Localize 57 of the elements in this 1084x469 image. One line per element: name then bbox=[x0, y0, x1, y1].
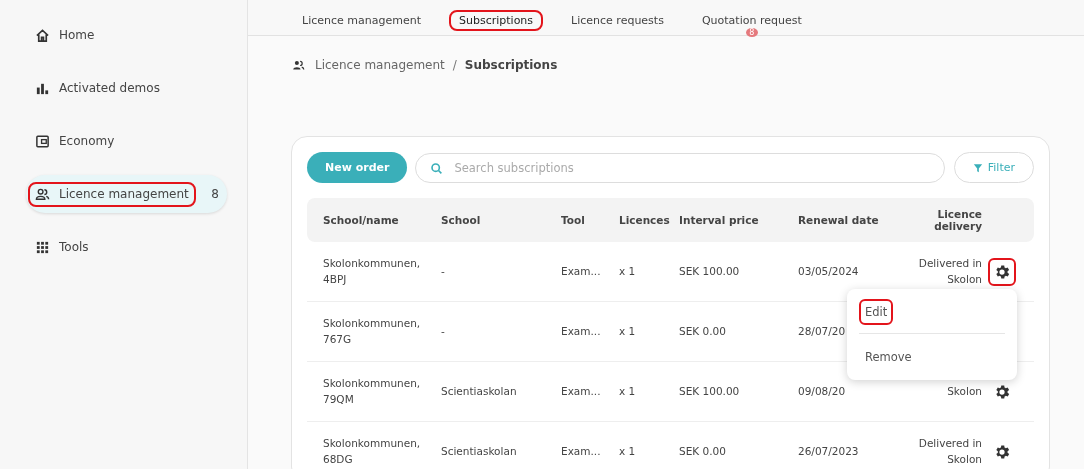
table-cell-text: 03/05/2024 bbox=[798, 263, 860, 279]
funnel-icon bbox=[972, 162, 983, 173]
table-cell-text: SEK 100.00 bbox=[679, 263, 741, 279]
table-cell-text: x 1 bbox=[619, 443, 637, 459]
table-cell-text: x 1 bbox=[619, 263, 637, 279]
breadcrumb-link[interactable]: Licence management bbox=[315, 58, 445, 72]
table-cell-text: - bbox=[441, 323, 446, 339]
grid-icon bbox=[35, 239, 50, 255]
table-cell-text: Delivered in Skolon bbox=[917, 435, 982, 467]
menu-item[interactable]: Remove bbox=[859, 344, 918, 370]
column-header: Interval price bbox=[679, 214, 760, 226]
count-label: 8 bbox=[211, 187, 219, 201]
column-header: School/name bbox=[323, 214, 400, 226]
search-field[interactable]: Search subscriptions bbox=[415, 152, 945, 183]
column-header: Licence delivery bbox=[933, 208, 982, 232]
sidebar-item[interactable]: Activated demos bbox=[26, 69, 227, 107]
tab[interactable]: Subscriptions bbox=[449, 10, 544, 31]
breadcrumb-separator: / bbox=[452, 58, 457, 72]
search-icon bbox=[430, 161, 444, 175]
column-header: School bbox=[441, 214, 482, 226]
sidebar-item[interactable]: Economy bbox=[26, 122, 227, 160]
tab[interactable]: Licence requests bbox=[561, 10, 674, 31]
table-cell-text: SEK 0.00 bbox=[679, 443, 727, 459]
tab[interactable]: Licence management bbox=[292, 10, 431, 31]
sidebar-item[interactable]: Licence management 8 bbox=[26, 175, 227, 213]
table-cell-text: Exam... bbox=[561, 323, 602, 339]
table-cell-text: - bbox=[441, 263, 446, 279]
table-cell-text: Exam... bbox=[561, 443, 602, 459]
people-icon bbox=[35, 186, 50, 202]
table-cell-text: x 1 bbox=[619, 323, 637, 339]
table-cell-text: x 1 bbox=[619, 383, 637, 399]
table-cell-text: 28/07/20 bbox=[798, 323, 847, 339]
sidebar-item[interactable]: Tools bbox=[26, 228, 227, 266]
table-cell-text: Delivered in Skolon bbox=[917, 255, 982, 287]
people-icon bbox=[292, 58, 305, 72]
table-cell-text: Skolonkommunen, 68DG bbox=[323, 435, 422, 467]
table-cell-text: Exam... bbox=[561, 383, 602, 399]
table-cell-text: Scientiaskolan bbox=[441, 383, 518, 399]
column-header: Licences bbox=[619, 214, 671, 226]
table-cell-text: SEK 100.00 bbox=[679, 383, 741, 399]
table-cell-text: Skolonkommunen, 767G bbox=[323, 315, 422, 347]
count-badge: 8 bbox=[745, 28, 758, 37]
table-cell-text: Skolon bbox=[946, 383, 982, 399]
table-cell-text: Scientiaskolan bbox=[441, 443, 518, 459]
column-header: Tool bbox=[561, 214, 586, 226]
home-icon bbox=[35, 27, 50, 43]
table-cell-text: SEK 0.00 bbox=[679, 323, 727, 339]
table-cell-text: 09/08/20 bbox=[798, 383, 847, 399]
table-cell-text: 26/07/2023 bbox=[798, 443, 860, 459]
breadcrumb-current: Subscriptions bbox=[464, 58, 558, 72]
menu-item[interactable]: Edit bbox=[859, 299, 894, 325]
table-cell-text: Skolonkommunen, 79QM bbox=[323, 375, 422, 407]
table-cell-text: Skolonkommunen, 4BPJ bbox=[323, 255, 422, 287]
table-cell-text: Exam... bbox=[561, 263, 602, 279]
column-header: Renewal date bbox=[798, 214, 880, 226]
wallet-icon bbox=[35, 133, 50, 149]
sidebar-item[interactable]: Home bbox=[26, 16, 227, 54]
